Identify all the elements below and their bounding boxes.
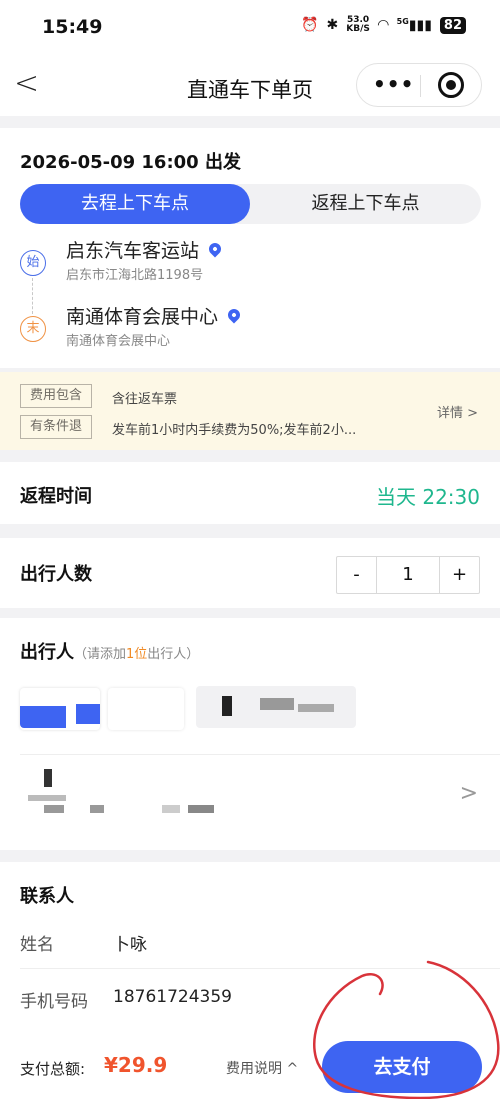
start-badge: 始 [20, 250, 46, 276]
redacted-block [162, 805, 180, 813]
start-stop-address: 启东市江海北路1198号 [66, 268, 204, 283]
redacted-block [44, 769, 52, 787]
start-stop-name: 启东汽车客运站 [66, 240, 200, 262]
location-pin-icon[interactable] [225, 306, 243, 324]
checkout-bar: 支付总额: ¥29.9 费用说明 ^ 去支付 [0, 1030, 500, 1099]
departure-time: 2026-05-09 16:00 出发 [20, 152, 241, 173]
mini-program-capsule: ••• [356, 63, 482, 107]
pay-button[interactable]: 去支付 [322, 1041, 482, 1093]
signal-icon: 5G▮▮▮ [396, 16, 432, 34]
return-time-value: 当天 22:30 [376, 485, 480, 509]
redacted-block [260, 698, 294, 710]
phone-label: 手机号码 [20, 992, 88, 1012]
status-icons: ⏰ ✱ 53.0 KB/S ◠ 5G▮▮▮ 82 [301, 16, 466, 34]
end-stop-address: 南通体育会展中心 [66, 334, 171, 349]
chevron-right-icon: > [459, 781, 478, 806]
phone-field[interactable]: 18761724359 [113, 987, 232, 1007]
return-time-row[interactable]: 返程时间 当天 22:30 [0, 462, 500, 524]
more-icon[interactable]: ••• [373, 72, 414, 96]
passenger-chip[interactable] [108, 688, 184, 730]
trip-card: 2026-05-09 16:00 出发 去程上下车点 返程上下车点 始 末 启东… [0, 128, 500, 368]
return-time-label: 返程时间 [20, 486, 92, 507]
battery-icon: 82 [439, 16, 466, 34]
fee-details-toggle[interactable]: 费用说明 ^ [226, 1058, 298, 1078]
total-amount: ¥29.9 [104, 1053, 168, 1077]
fee-notice[interactable]: 费用包含 含往返车票 有条件退 发车前1小时内手续费为50%;发车前2小... … [0, 372, 500, 450]
route-connector [32, 278, 33, 314]
redacted-block [298, 704, 334, 712]
passenger-count-row: 出行人数 - 1 + [0, 538, 500, 608]
start-stop[interactable]: 启东汽车客运站 [66, 236, 224, 263]
fee-included-text: 含往返车票 [112, 392, 178, 407]
name-label: 姓名 [20, 935, 54, 955]
capsule-divider [420, 75, 421, 97]
net-speed: 53.0 KB/S [346, 15, 370, 34]
refund-policy-text: 发车前1小时内手续费为50%;发车前2小... [112, 423, 357, 438]
end-stop[interactable]: 南通体育会展中心 [66, 302, 243, 329]
location-pin-icon[interactable] [206, 240, 224, 258]
redacted-block [76, 704, 100, 724]
status-bar: 15:49 ⏰ ✱ 53.0 KB/S ◠ 5G▮▮▮ 82 [0, 0, 500, 56]
passenger-count-label: 出行人数 [20, 564, 92, 585]
route-tabs: 去程上下车点 返程上下车点 [20, 184, 481, 224]
total-label: 支付总额: [20, 1060, 86, 1078]
passenger-chip[interactable] [20, 688, 100, 730]
redacted-block [44, 805, 64, 813]
bluetooth-icon: ✱ [326, 17, 339, 33]
nav-bar: < 直通车下单页 ••• [0, 56, 500, 116]
passengers-card: 出行人（请添加1位出行人） > [0, 618, 500, 850]
redacted-block [90, 805, 104, 813]
redacted-block [222, 696, 232, 716]
passenger-entry[interactable]: > [0, 755, 500, 845]
divider [20, 968, 500, 969]
tag-refund-policy: 有条件退 [20, 415, 93, 439]
tab-return-stops[interactable]: 返程上下车点 [250, 184, 481, 224]
passengers-title: 出行人（请添加1位出行人） [20, 642, 200, 663]
contact-card: 联系人 姓名 卜咏 手机号码 18761724359 [0, 862, 500, 1030]
wifi-icon: ◠ [377, 17, 389, 33]
decrease-button[interactable]: - [337, 557, 377, 593]
name-field[interactable]: 卜咏 [113, 930, 147, 955]
increase-button[interactable]: + [439, 557, 479, 593]
status-time: 15:49 [42, 16, 103, 38]
alarm-icon: ⏰ [301, 17, 319, 33]
passenger-chip[interactable] [196, 686, 356, 728]
redacted-block [28, 795, 66, 801]
redacted-block [188, 805, 214, 813]
notice-detail-link[interactable]: 详情 > [437, 402, 478, 421]
contact-title: 联系人 [20, 886, 74, 907]
passengers-hint: （请添加1位出行人） [74, 647, 200, 662]
end-badge: 末 [20, 316, 46, 342]
redacted-block [20, 706, 66, 728]
passenger-count-value: 1 [402, 564, 414, 585]
close-miniprogram-icon[interactable] [438, 72, 464, 98]
quantity-stepper: - 1 + [336, 556, 480, 594]
tag-fee-included: 费用包含 [20, 384, 93, 408]
end-stop-name: 南通体育会展中心 [66, 306, 219, 328]
tab-outbound-stops[interactable]: 去程上下车点 [20, 184, 250, 224]
